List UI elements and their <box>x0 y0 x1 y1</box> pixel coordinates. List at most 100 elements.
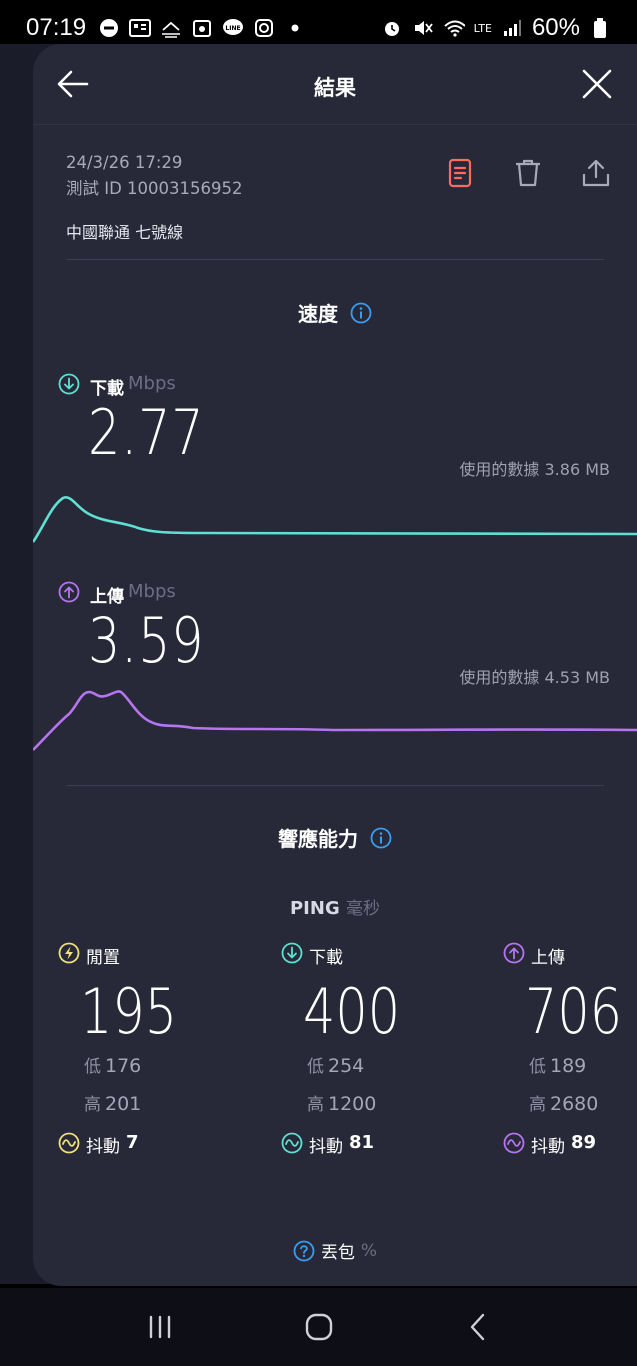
packet-loss-label: 丟包 <box>320 1243 355 1263</box>
ping-upload-value: 706 <box>525 975 623 1048</box>
instagram-icon <box>253 17 275 39</box>
home-button[interactable] <box>299 1307 339 1347</box>
header: 結果 <box>33 44 637 126</box>
share-icon[interactable] <box>581 158 611 188</box>
close-icon[interactable] <box>581 68 613 100</box>
ping-download-column: 下載 400 低 254 高 1200 抖動 81 <box>281 937 461 1157</box>
ping-upload-label-text: 上傳 <box>531 948 565 968</box>
mute-icon <box>412 17 434 39</box>
download-data-used: 使用的數據 3.86 MB <box>459 460 610 479</box>
info-icon[interactable] <box>370 827 392 849</box>
jitter-label: 抖動 <box>86 1137 120 1157</box>
ping-title-text: PING <box>289 898 340 919</box>
jitter-wave-icon <box>58 1132 80 1153</box>
jitter-wave-icon <box>281 1132 303 1153</box>
ping-idle-jitter: 抖動 7 <box>58 1128 238 1157</box>
signal-icon <box>501 17 523 39</box>
ping-download-low: 低 254 <box>307 1048 461 1086</box>
low-label: 低 <box>529 1057 546 1077</box>
ping-title: PING 毫秒 <box>33 894 637 919</box>
home-icon <box>305 1313 332 1341</box>
download-speed-value: 2.77 <box>88 396 205 469</box>
high-label: 高 <box>84 1095 101 1115</box>
result-datetime: 24/3/26 17:29 <box>66 153 183 172</box>
ping-idle-label: 閒置 <box>58 937 238 968</box>
download-graph-line <box>33 496 637 543</box>
results-sheet: 結果 24/3/26 17:29 測試 ID 10003156952 中國聯通 … <box>33 44 637 1286</box>
ping-idle-value: 195 <box>80 975 178 1048</box>
responsiveness-title-text: 響應能力 <box>278 827 358 851</box>
speed-divider <box>66 785 604 786</box>
ping-download-value: 400 <box>303 975 401 1048</box>
back-chevron-icon <box>470 1313 484 1341</box>
help-question-icon[interactable] <box>293 1240 315 1262</box>
ping-download-label: 下載 <box>281 937 461 968</box>
upload-arrow-icon <box>503 942 525 963</box>
ping-idle-label-text: 閒置 <box>86 948 120 968</box>
status-time: 07:19 <box>26 14 87 41</box>
ping-idle-jitter-value: 7 <box>126 1132 139 1153</box>
ping-idle-low-value: 176 <box>105 1055 142 1077</box>
jitter-wave-icon <box>503 1132 525 1153</box>
report-icon[interactable] <box>445 158 475 188</box>
speed-section-title: 速度 <box>33 298 637 327</box>
meta-divider <box>66 259 604 260</box>
recent-apps-button[interactable] <box>140 1307 180 1347</box>
speed-title-text: 速度 <box>298 302 338 326</box>
delete-icon[interactable] <box>513 158 543 188</box>
more-notifications-dot-icon <box>284 17 306 39</box>
result-meta: 24/3/26 17:29 測試 ID 10003156952 中國聯通 七號線 <box>66 150 243 246</box>
ping-download-high-value: 1200 <box>328 1093 377 1115</box>
ping-idle-high: 高 201 <box>84 1086 238 1124</box>
download-speed-graph <box>33 496 637 543</box>
ping-download-high: 高 1200 <box>307 1086 461 1124</box>
ping-upload-jitter: 抖動 89 <box>503 1128 637 1157</box>
svg-text:LINE: LINE <box>225 25 240 32</box>
app-notification-icon <box>129 17 152 39</box>
calendar-icon <box>191 17 213 39</box>
ping-idle-high-value: 201 <box>105 1093 142 1115</box>
dnd-icon <box>98 17 120 39</box>
ping-upload-high: 高 2680 <box>529 1086 637 1124</box>
alarm-icon <box>381 17 403 39</box>
responsiveness-section-title: 響應能力 <box>33 823 637 852</box>
ping-download-jitter: 抖動 81 <box>281 1128 461 1157</box>
upload-speed-value: 3.59 <box>88 604 205 677</box>
result-actions <box>445 158 611 188</box>
ping-upload-column: 上傳 706 低 189 高 2680 抖動 89 <box>503 937 637 1157</box>
wifi-icon <box>443 17 465 39</box>
page-title: 結果 <box>314 76 356 100</box>
recent-apps-icon <box>149 1315 170 1339</box>
upload-unit: Mbps <box>128 581 176 602</box>
upload-label: 上傳 Mbps <box>58 576 176 607</box>
back-button[interactable] <box>458 1307 498 1347</box>
line-app-icon: LINE <box>222 17 244 39</box>
battery-icon <box>589 17 611 39</box>
jitter-label: 抖動 <box>309 1137 343 1157</box>
result-test-id: 測試 ID 10003156952 <box>66 179 243 198</box>
system-nav-bar <box>0 1288 637 1366</box>
volte-lte-label: LTE <box>473 21 492 35</box>
low-label: 低 <box>84 1057 101 1077</box>
download-label: 下載 Mbps <box>58 368 176 399</box>
packet-loss-unit: % <box>360 1240 378 1261</box>
high-label: 高 <box>307 1095 324 1115</box>
weather-icon <box>160 17 182 39</box>
download-arrow-icon <box>281 942 303 963</box>
upload-speed-graph <box>33 690 637 751</box>
upload-arrow-icon <box>58 581 80 602</box>
ping-download-label-text: 下載 <box>309 948 343 968</box>
ping-unit: 毫秒 <box>346 899 380 919</box>
ping-upload-low: 低 189 <box>529 1048 637 1086</box>
info-icon[interactable] <box>350 302 372 324</box>
idle-lightning-icon <box>58 942 80 963</box>
ping-upload-high-value: 2680 <box>550 1093 599 1115</box>
ping-download-low-value: 254 <box>328 1055 365 1077</box>
download-unit: Mbps <box>128 373 176 394</box>
ping-idle-low: 低 176 <box>84 1048 238 1086</box>
ping-upload-jitter-value: 89 <box>571 1132 597 1153</box>
high-label: 高 <box>529 1095 546 1115</box>
low-label: 低 <box>307 1057 324 1077</box>
packet-loss: 丟包 % <box>33 1238 637 1263</box>
jitter-label: 抖動 <box>531 1137 565 1157</box>
